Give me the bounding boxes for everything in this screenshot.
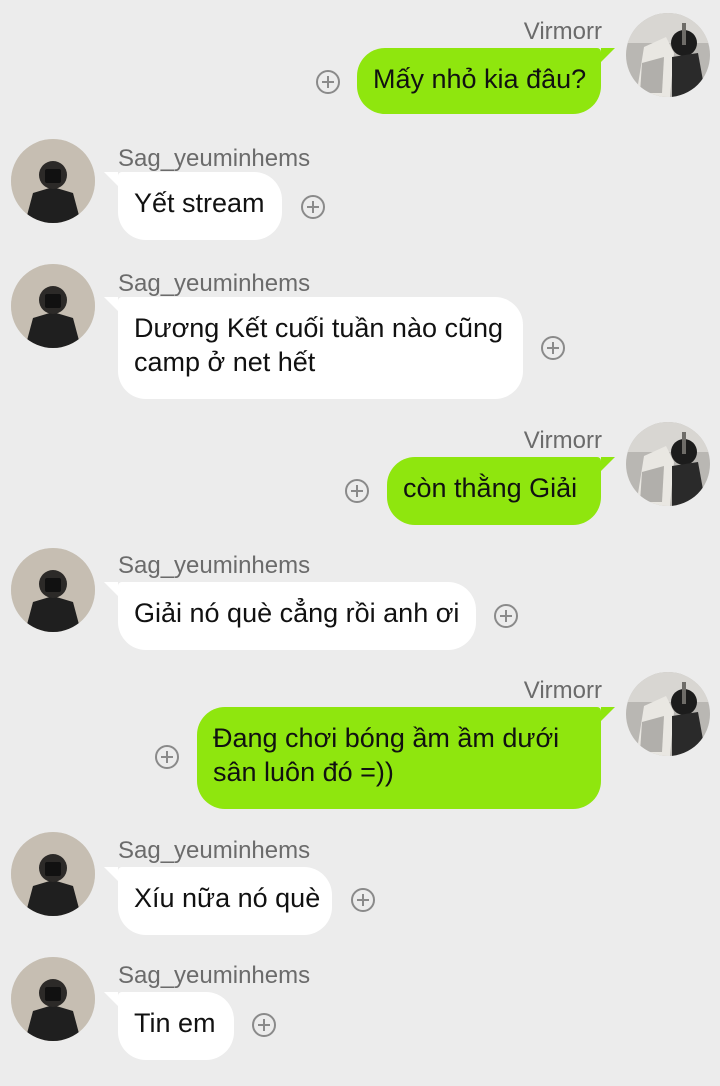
message-incoming: Sag_yeuminhems Dương Kết cuối tuần nào c… <box>0 255 720 405</box>
sender-name: Sag_yeuminhems <box>118 270 311 297</box>
sender-name: Virmorr <box>523 677 602 704</box>
message-bubble[interactable]: Tin em <box>118 992 234 1060</box>
message-text-line: camp ở net hết <box>134 347 316 377</box>
sender-name: Sag_yeuminhems <box>118 145 311 172</box>
message-outgoing: Virmorr còn thằng Giải <box>0 415 720 535</box>
message-bubble[interactable]: Mấy nhỏ kia đâu? <box>357 48 601 114</box>
message-text: Yết stream <box>134 188 265 218</box>
message-bubble[interactable]: Giải nó què cẳng rồi anh ơi <box>118 582 476 650</box>
bubble-tail <box>104 297 118 311</box>
message-text-line: Đang chơi bóng ầm ầm dưới <box>213 723 560 753</box>
avatar[interactable] <box>11 264 95 348</box>
add-reaction-icon[interactable] <box>494 604 518 628</box>
add-reaction-icon[interactable] <box>316 70 340 94</box>
message-text-line: sân luôn đó =)) <box>213 757 394 787</box>
avatar[interactable] <box>11 139 95 223</box>
chat-thread[interactable]: Virmorr Mấy nhỏ kia đâu? Sag_yeuminhems … <box>0 0 720 1086</box>
message-bubble[interactable]: Đang chơi bóng ầm ầm dưới sân luôn đó =)… <box>197 707 601 809</box>
message-bubble[interactable]: còn thằng Giải <box>387 457 601 525</box>
sender-name: Sag_yeuminhems <box>118 552 311 579</box>
bubble-tail <box>601 457 615 471</box>
message-incoming: Sag_yeuminhems Xíu nữa nó què <box>0 825 720 940</box>
add-reaction-icon[interactable] <box>155 745 179 769</box>
avatar[interactable] <box>11 832 95 916</box>
message-outgoing: Virmorr Mấy nhỏ kia đâu? <box>0 0 720 120</box>
sender-name: Virmorr <box>523 427 602 454</box>
sender-name: Virmorr <box>523 18 602 45</box>
message-text: còn thằng Giải <box>403 473 578 503</box>
avatar[interactable] <box>626 422 710 506</box>
add-reaction-icon[interactable] <box>301 195 325 219</box>
add-reaction-icon[interactable] <box>541 336 565 360</box>
bubble-tail <box>104 867 118 881</box>
avatar[interactable] <box>626 672 710 756</box>
message-bubble[interactable]: Dương Kết cuối tuần nào cũng camp ở net … <box>118 297 523 399</box>
message-text: Giải nó què cẳng rồi anh ơi <box>134 598 460 628</box>
message-outgoing: Virmorr Đang chơi bóng ầm ầm dưới sân lu… <box>0 665 720 815</box>
bubble-tail <box>104 992 118 1006</box>
bubble-tail <box>104 172 118 186</box>
message-incoming: Sag_yeuminhems Giải nó què cẳng rồi anh … <box>0 540 720 655</box>
bubble-tail <box>601 48 615 62</box>
add-reaction-icon[interactable] <box>351 888 375 912</box>
avatar[interactable] <box>11 548 95 632</box>
sender-name: Sag_yeuminhems <box>118 962 311 989</box>
message-text-line: Dương Kết cuối tuần nào cũng <box>134 313 504 343</box>
bubble-tail <box>104 582 118 596</box>
sender-name: Sag_yeuminhems <box>118 837 311 864</box>
avatar[interactable] <box>11 957 95 1041</box>
avatar[interactable] <box>626 13 710 97</box>
message-incoming: Sag_yeuminhems Yết stream <box>0 130 720 245</box>
add-reaction-icon[interactable] <box>345 479 369 503</box>
add-reaction-icon[interactable] <box>252 1013 276 1037</box>
message-text: Tin em <box>134 1008 216 1038</box>
bubble-tail <box>601 707 615 721</box>
message-incoming: Sag_yeuminhems Tin em <box>0 950 720 1065</box>
message-bubble[interactable]: Yết stream <box>118 172 282 240</box>
message-text: Mấy nhỏ kia đâu? <box>373 64 587 94</box>
message-text: Xíu nữa nó què <box>134 883 321 913</box>
message-bubble[interactable]: Xíu nữa nó què <box>118 867 332 935</box>
